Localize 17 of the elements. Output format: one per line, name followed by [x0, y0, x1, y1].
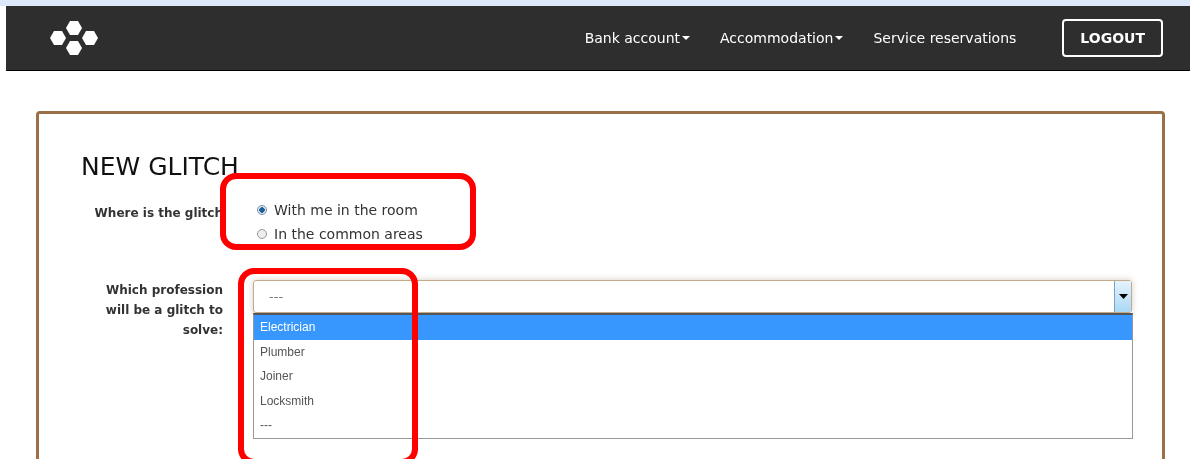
- caret-icon: [835, 35, 844, 41]
- radio-button[interactable]: [257, 229, 267, 239]
- logout-button[interactable]: LOGOUT: [1062, 19, 1163, 57]
- radio-button[interactable]: [257, 205, 267, 215]
- form-title: NEW GLITCH: [81, 152, 240, 181]
- nav-link[interactable]: Service reservations: [873, 30, 1017, 46]
- dropdown-option[interactable]: Locksmith: [254, 388, 1132, 414]
- nav-link[interactable]: Accommodation: [720, 30, 844, 46]
- profession-select[interactable]: ---: [253, 280, 1132, 313]
- dropdown-option[interactable]: Joiner: [254, 364, 1132, 389]
- radio-label[interactable]: With me in the room: [274, 202, 418, 218]
- caret-icon: [682, 35, 691, 41]
- radio-label[interactable]: In the common areas: [274, 226, 423, 242]
- field-label: Which profession will be a glitch to solve:: [104, 282, 223, 339]
- dropdown-option[interactable]: Plumber: [254, 339, 1132, 365]
- nav-link[interactable]: Bank account: [584, 30, 691, 46]
- dropdown-option[interactable]: ---: [254, 413, 1132, 438]
